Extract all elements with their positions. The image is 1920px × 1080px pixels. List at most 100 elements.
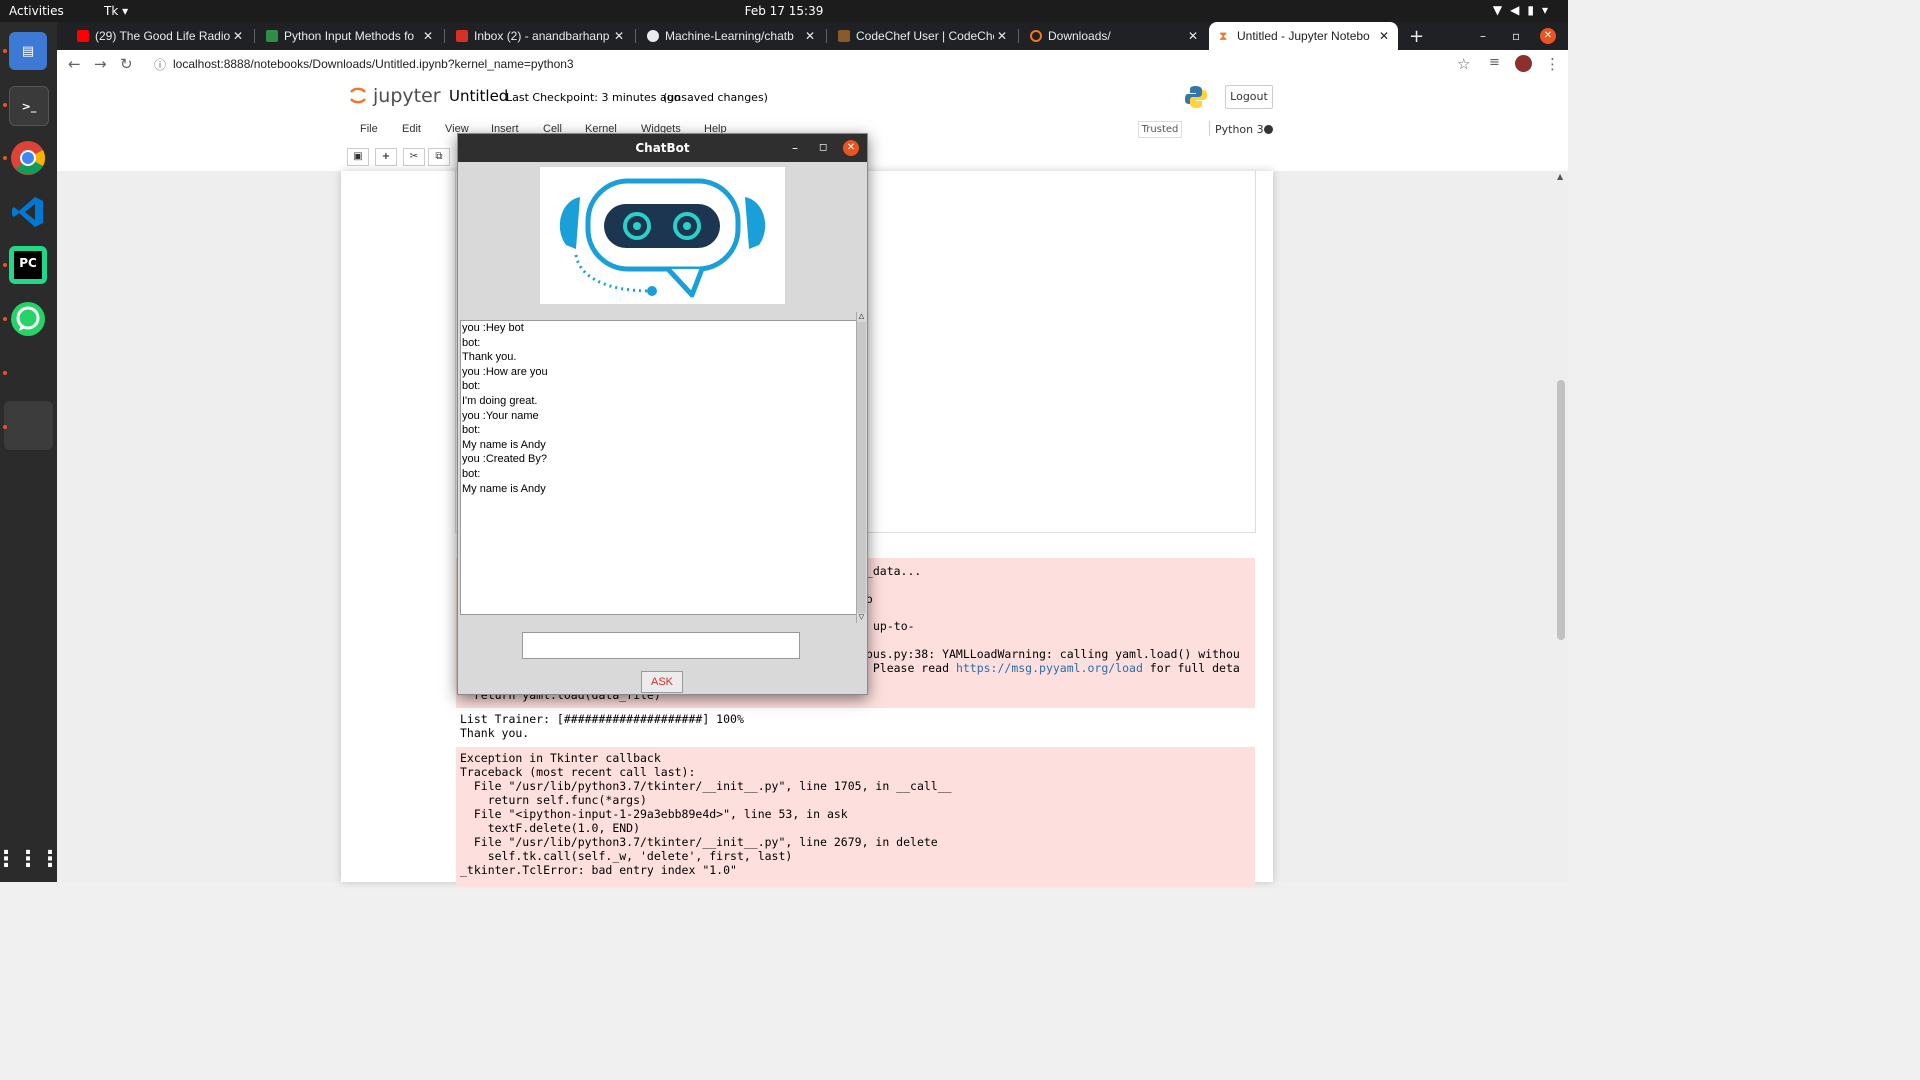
- close-tab-icon[interactable]: ✕: [230, 29, 246, 43]
- tab-codechef[interactable]: CodeChef User | CodeChe ✕: [828, 22, 1016, 50]
- dock: ▤ >_ PC ⋮⋮⋮: [0, 22, 61, 882]
- address-toolbar: ← → ↻ ⓘ localhost:8888/notebooks/Downloa…: [57, 50, 1568, 79]
- forward-icon[interactable]: →: [94, 55, 107, 73]
- chat-line: bot:: [462, 336, 481, 349]
- youtube-icon: [77, 30, 89, 42]
- close-window-button[interactable]: ✕: [1540, 22, 1556, 50]
- cut-icon[interactable]: ✂: [403, 148, 425, 166]
- trusted-indicator[interactable]: Trusted: [1138, 121, 1182, 138]
- whatsapp-icon[interactable]: [9, 300, 47, 338]
- scroll-up-icon[interactable]: ▲: [1557, 172, 1563, 181]
- maximize-window-button[interactable]: ▫: [1512, 22, 1520, 50]
- unsaved-status: (unsaved changes): [663, 91, 768, 104]
- page-scrollbar[interactable]: [1557, 380, 1565, 640]
- menu-file[interactable]: File: [360, 123, 378, 135]
- chat-line: you :Hey bot: [462, 322, 524, 334]
- message-input[interactable]: [522, 632, 800, 659]
- battery-icon: ▮: [1527, 3, 1542, 17]
- chat-line: you :Your name: [462, 409, 539, 422]
- close-icon[interactable]: ✕: [843, 140, 859, 156]
- running-indicator: [3, 317, 7, 321]
- clock[interactable]: Feb 17 15:39: [0, 4, 1568, 18]
- tab-untitled-jupyter[interactable]: ⧗ Untitled - Jupyter Notebo ✕: [1209, 22, 1398, 50]
- close-tab-icon[interactable]: ✕: [1185, 29, 1201, 43]
- media-control-icon[interactable]: ≡: [1489, 55, 1500, 70]
- traceback-line: _tkinter.TclError: bad entry index "1.0": [460, 863, 737, 877]
- close-tab-icon[interactable]: ✕: [611, 29, 627, 43]
- python-logo-icon: [1184, 85, 1208, 109]
- bookmark-star-icon[interactable]: ☆: [1457, 55, 1470, 73]
- chatbot-titlebar[interactable]: ChatBot – ◻ ✕: [458, 134, 867, 162]
- output-text: Thank you.: [460, 726, 530, 740]
- logout-button[interactable]: Logout: [1225, 85, 1273, 109]
- stderr-output-traceback: Exception in Tkinter callback Traceback …: [456, 747, 1255, 887]
- copy-icon[interactable]: ⧉: [428, 148, 450, 166]
- tab-geeksforgeeks[interactable]: Python Input Methods fo ✕: [256, 22, 442, 50]
- profile-avatar[interactable]: [1515, 55, 1532, 72]
- running-indicator: [3, 49, 7, 53]
- close-tab-icon[interactable]: ✕: [802, 29, 818, 43]
- traceback-line: return self.func(*args): [460, 793, 647, 807]
- close-tab-icon[interactable]: ✕: [420, 29, 436, 43]
- hourglass-icon: ⧗: [1219, 29, 1228, 43]
- reload-icon[interactable]: ↻: [120, 55, 133, 73]
- volume-icon: ◀: [1510, 3, 1528, 17]
- checkpoint-status: Last Checkpoint: 3 minutes ago: [506, 91, 681, 104]
- show-applications-icon[interactable]: ⋮⋮⋮: [0, 840, 61, 878]
- chat-line: My name is Andy: [462, 438, 546, 451]
- traceback-line: textF.delete(1.0, END): [460, 821, 641, 835]
- menu-edit[interactable]: Edit: [402, 123, 421, 135]
- back-icon[interactable]: ←: [68, 55, 81, 73]
- running-indicator: [3, 371, 7, 375]
- chrome-icon[interactable]: [9, 139, 47, 177]
- notebook-name[interactable]: Untitled: [449, 87, 508, 105]
- traceback-line: File "/usr/lib/python3.7/tkinter/__init_…: [460, 835, 938, 849]
- scroll-up-arrow-icon[interactable]: △: [857, 312, 866, 322]
- add-cell-icon[interactable]: +: [375, 148, 397, 166]
- chatbot-window: ChatBot – ◻ ✕ you :Hey bot bot: Thank yo…: [457, 133, 868, 695]
- running-indicator: [3, 263, 7, 267]
- minimize-icon[interactable]: –: [792, 134, 798, 162]
- tab-youtube[interactable]: (29) The Good Life Radio ✕: [67, 22, 252, 50]
- output-text: k_data...: [859, 564, 922, 578]
- chrome-menu-icon[interactable]: ⋮: [1545, 55, 1560, 73]
- save-icon[interactable]: ▣: [347, 148, 369, 166]
- system-tray[interactable]: ▼◀▮▾: [1493, 3, 1556, 17]
- kernel-busy-indicator: [1264, 125, 1273, 134]
- jupyter-logo-text: jupyter: [373, 85, 441, 107]
- gnome-top-bar: Activities Tk ▾ Feb 17 15:39 ▼◀▮▾: [0, 0, 1568, 22]
- power-menu-icon: ▾: [1541, 3, 1556, 17]
- terminal-icon[interactable]: >_: [9, 86, 49, 126]
- tab-gmail[interactable]: Inbox (2) - anandbarhanp ✕: [446, 22, 633, 50]
- traceback-line: self.tk.call(self._w, 'delete', first, l…: [460, 849, 793, 863]
- new-tab-button[interactable]: +: [1409, 22, 1424, 50]
- tab-github[interactable]: Machine-Learning/chatb ✕: [637, 22, 824, 50]
- close-tab-icon[interactable]: ✕: [994, 29, 1010, 43]
- window-title: ChatBot: [635, 141, 690, 155]
- codechef-icon: [838, 30, 850, 42]
- pycharm-icon[interactable]: PC: [9, 246, 47, 284]
- chat-line: I'm doing great.: [462, 394, 538, 407]
- wifi-icon: ▼: [1492, 3, 1511, 17]
- vscode-icon[interactable]: [9, 193, 47, 231]
- url-field[interactable]: localhost:8888/notebooks/Downloads/Untit…: [173, 57, 574, 71]
- chat-scrollbar[interactable]: △ ▽: [856, 312, 866, 623]
- jupyter-logo-icon[interactable]: [349, 84, 367, 106]
- minimize-window-button[interactable]: –: [1480, 22, 1486, 50]
- tab-downloads[interactable]: Downloads/ ✕: [1020, 22, 1207, 50]
- running-indicator: [3, 103, 7, 107]
- ask-button[interactable]: ASK: [641, 671, 683, 693]
- tk-app-icon[interactable]: [4, 401, 53, 450]
- chat-log-textbox[interactable]: you :Hey bot bot: Thank you. you :How ar…: [460, 320, 857, 615]
- maximize-icon[interactable]: ◻: [819, 134, 827, 162]
- running-indicator: [3, 425, 7, 429]
- running-indicator: [3, 156, 7, 160]
- jupyter-icon: [1030, 30, 1042, 42]
- bot-logo-image: [540, 167, 785, 304]
- close-tab-icon[interactable]: ✕: [1376, 29, 1392, 43]
- scroll-down-arrow-icon[interactable]: ▽: [857, 613, 866, 623]
- chat-line: bot:: [462, 424, 481, 437]
- files-icon[interactable]: ▤: [9, 32, 47, 70]
- pyyaml-link[interactable]: https://msg.pyyaml.org/load: [956, 661, 1143, 675]
- chat-line: bot:: [462, 467, 481, 480]
